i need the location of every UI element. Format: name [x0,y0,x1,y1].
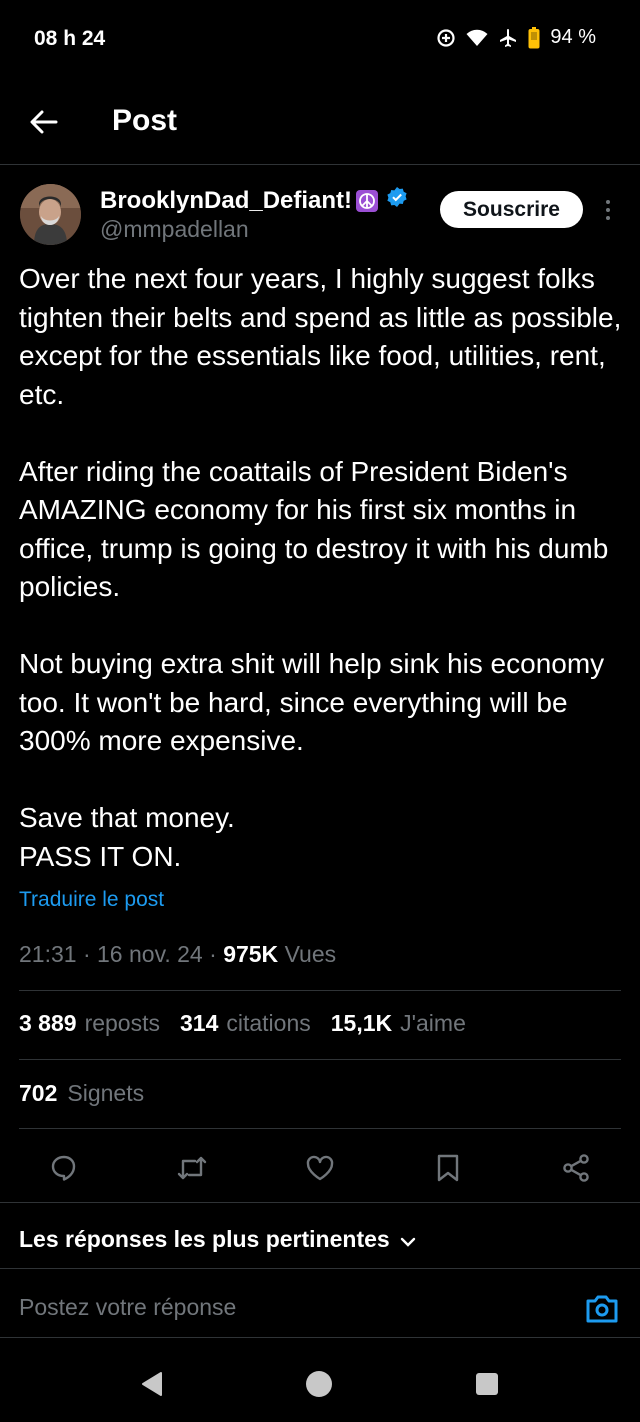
more-dot-icon [606,208,610,212]
post-paragraph: Over the next four years, I highly sugge… [19,263,622,410]
arrow-left-icon [30,110,58,139]
nav-recents-button[interactable] [469,1368,505,1404]
divider [0,1337,640,1338]
views-label: Vues [284,941,337,967]
like-button[interactable] [298,1148,342,1192]
more-dot-icon [606,200,610,204]
replies-sort-dropdown[interactable]: Les réponses les plus pertinentes [19,1226,416,1253]
bookmark-button[interactable] [426,1148,470,1192]
author-handle[interactable]: @mmpadellan [100,216,249,243]
post-text: Over the next four years, I highly sugge… [19,260,624,876]
quotes-stat[interactable]: 314 citations [180,1010,311,1037]
battery-icon [528,26,540,49]
divider [19,990,621,991]
author-display-name[interactable]: BrooklynDad_Defiant! [100,186,408,215]
bookmarks-count: 702 [19,1080,58,1106]
reposts-label: reposts [84,1010,160,1036]
bookmark-icon [436,1153,460,1188]
divider [19,1059,621,1060]
nav-home-button[interactable] [301,1368,337,1404]
post-time: 21:31 [19,941,77,967]
reposts-stat[interactable]: 3 889 reposts [19,1010,160,1037]
bookmarks-label: Signets [67,1080,145,1106]
translate-post-link[interactable]: Traduire le post [19,888,164,912]
repost-icon [176,1153,208,1188]
status-icons: 94 % [436,26,596,49]
more-options-button[interactable] [598,196,618,224]
circle-home-icon [304,1369,334,1404]
peace-emoji [356,189,379,212]
camera-icon [584,1295,620,1330]
quotes-count: 314 [180,1010,219,1036]
post-paragraph: After riding the coattails of President … [19,455,609,603]
chevron-down-icon [400,1226,416,1253]
repost-button[interactable] [170,1148,214,1192]
post-paragraph: Save that money. PASS IT ON. [19,802,235,872]
divider [19,1128,621,1129]
divider [0,1268,640,1269]
post-action-bar [0,1140,640,1200]
post-date: 16 nov. 24 [97,941,203,967]
author-name-text: BrooklynDad_Defiant! [100,186,353,214]
more-dot-icon [606,216,610,220]
camera-button[interactable] [584,1292,620,1326]
reply-button[interactable] [42,1148,86,1192]
likes-count: 15,1K [330,1010,393,1036]
replies-sort-label: Les réponses les plus pertinentes [19,1226,390,1252]
divider [0,1202,640,1203]
like-icon [305,1154,335,1187]
post-paragraph: Not buying extra shit will help sink his… [19,648,605,756]
airplane-icon [498,28,518,48]
likes-stat[interactable]: 15,1K J'aime [331,1010,466,1037]
battery-percent: 94 % [550,26,596,48]
data-saver-icon [436,28,456,48]
back-button[interactable] [24,104,64,144]
reply-input[interactable] [19,1294,559,1321]
reposts-count: 3 889 [19,1010,77,1036]
bookmarks-stat[interactable]: 702 Signets [19,1080,144,1107]
share-icon [561,1153,591,1188]
views-count: 975K [223,941,279,967]
quotes-label: citations [226,1010,311,1036]
status-time: 08 h 24 [34,27,106,50]
engagement-stats: 3 889 reposts 314 citations 15,1K J'aime [19,1010,466,1037]
status-bar: 08 h 24 94 % [0,0,640,80]
verified-badge-icon [386,186,408,215]
page-title: Post [112,104,178,137]
nav-back-button[interactable] [134,1368,170,1404]
system-nav-bar [0,1350,640,1422]
top-app-bar: Post [0,80,640,165]
reply-icon [49,1153,79,1188]
triangle-back-icon [139,1370,165,1403]
avatar[interactable] [20,184,81,245]
post-meta: 21:31 · 16 nov. 24 · 975K Vues [19,941,337,967]
wifi-icon [466,29,488,47]
subscribe-button[interactable]: Souscrire [440,191,583,228]
square-recents-icon [474,1371,500,1402]
share-button[interactable] [554,1148,598,1192]
likes-label: J'aime [400,1010,466,1036]
